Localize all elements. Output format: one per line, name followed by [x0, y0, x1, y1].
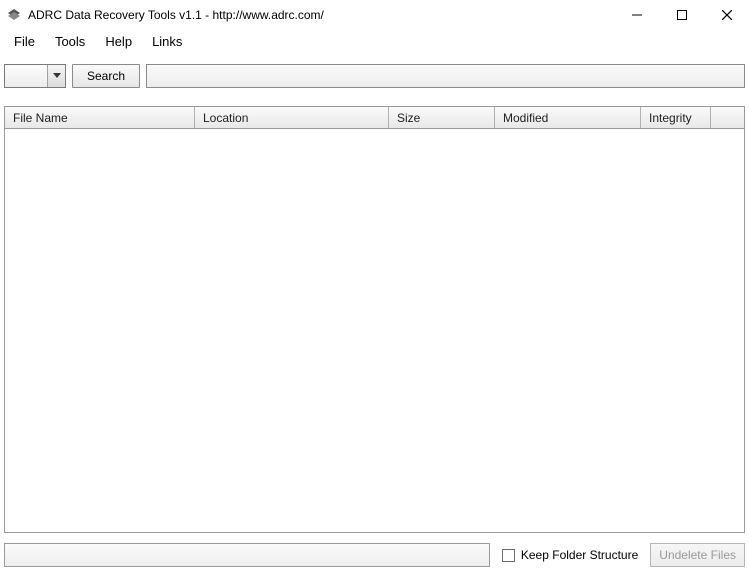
window-controls	[614, 0, 749, 30]
column-header-filename[interactable]: File Name	[5, 107, 195, 128]
undelete-button-label: Undelete Files	[659, 548, 736, 562]
undelete-button: Undelete Files	[650, 543, 745, 567]
window-title: ADRC Data Recovery Tools v1.1 - http://w…	[28, 8, 614, 22]
drive-select[interactable]	[4, 64, 66, 88]
search-button[interactable]: Search	[72, 64, 140, 88]
title-bar: ADRC Data Recovery Tools v1.1 - http://w…	[0, 0, 749, 30]
menu-links[interactable]: Links	[142, 32, 192, 51]
close-button[interactable]	[704, 0, 749, 30]
column-header-size[interactable]: Size	[389, 107, 495, 128]
table-body[interactable]	[5, 129, 744, 532]
toolbar: Search	[0, 64, 749, 88]
keep-folder-checkbox[interactable]: Keep Folder Structure	[496, 543, 644, 567]
menu-bar: File Tools Help Links	[0, 30, 749, 52]
search-button-label: Search	[87, 69, 125, 83]
keep-folder-label: Keep Folder Structure	[521, 548, 638, 562]
column-header-modified[interactable]: Modified	[495, 107, 641, 128]
column-header-spacer	[711, 107, 744, 128]
footer-bar: Keep Folder Structure Undelete Files	[0, 541, 749, 569]
table-header-row: File Name Location Size Modified Integri…	[5, 107, 744, 129]
app-icon	[6, 7, 22, 23]
menu-file[interactable]: File	[4, 32, 45, 51]
results-table: File Name Location Size Modified Integri…	[4, 106, 745, 533]
menu-help[interactable]: Help	[95, 32, 142, 51]
maximize-button[interactable]	[659, 0, 704, 30]
dropdown-arrow-icon[interactable]	[47, 65, 65, 87]
minimize-button[interactable]	[614, 0, 659, 30]
checkbox-box-icon	[502, 549, 515, 562]
path-display	[146, 64, 745, 88]
menu-tools[interactable]: Tools	[45, 32, 95, 51]
column-header-location[interactable]: Location	[195, 107, 389, 128]
status-box	[4, 543, 490, 567]
column-header-integrity[interactable]: Integrity	[641, 107, 711, 128]
